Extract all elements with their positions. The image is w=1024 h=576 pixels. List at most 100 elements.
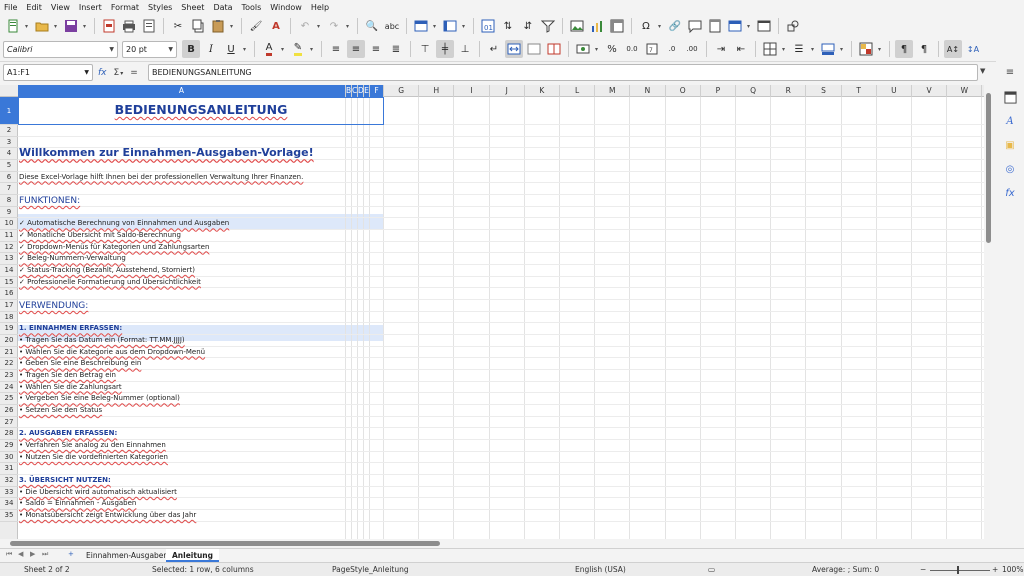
spelling-icon[interactable]: abc: [383, 17, 401, 35]
spreadsheet-grid[interactable]: ABCDEFGHIJKLMNOPQRSTUVW 1 2 3 4 5 6 7 8 9 10 11 12 1…: [0, 85, 984, 539]
gallery-icon[interactable]: ▣: [1001, 137, 1019, 153]
column-header[interactable]: N: [630, 85, 666, 97]
cell-text[interactable]: • Nutzen Sie die vordefinierten Kategori…: [19, 453, 168, 461]
number-format-date-icon[interactable]: 7: [643, 40, 661, 58]
open-dropdown-icon[interactable]: ▾: [52, 23, 59, 30]
row-header[interactable]: 34: [0, 498, 18, 511]
increase-indent-icon[interactable]: ⇥: [712, 40, 730, 58]
row-header[interactable]: 26: [0, 405, 18, 417]
menu-data[interactable]: Data: [213, 3, 232, 12]
properties-icon[interactable]: [1001, 89, 1019, 105]
vertical-scrollbar[interactable]: [984, 85, 994, 539]
row-header[interactable]: 3: [0, 137, 18, 149]
font-size-dropdown-icon[interactable]: ▼: [168, 46, 173, 53]
zoom-level[interactable]: 100%: [1002, 565, 1023, 574]
row-dropdown-icon[interactable]: ▾: [431, 23, 438, 30]
column-header[interactable]: W: [947, 85, 983, 97]
horizontal-scroll-thumb[interactable]: [10, 541, 440, 546]
horizontal-scrollbar[interactable]: [0, 539, 984, 548]
expand-formula-bar-icon[interactable]: ▼: [980, 67, 985, 75]
cell-text[interactable]: • Monatsübersicht zeigt Entwicklung über…: [19, 511, 196, 519]
borders-dropdown-icon[interactable]: ▾: [780, 46, 787, 53]
number-format-percent-icon[interactable]: %: [603, 40, 621, 58]
styles-icon[interactable]: A: [1001, 113, 1019, 129]
row-header[interactable]: 17: [0, 300, 18, 312]
cell-text[interactable]: ✓ Automatische Berechnung von Einnahmen …: [19, 219, 229, 227]
sort-descending-icon[interactable]: ⇵: [519, 17, 537, 35]
name-box-dropdown-icon[interactable]: ▼: [84, 69, 89, 76]
open-folder-icon[interactable]: [33, 17, 51, 35]
align-left-icon[interactable]: ≡: [327, 40, 345, 58]
sort-ascending-icon[interactable]: ⇅: [499, 17, 517, 35]
borders-icon[interactable]: [761, 40, 779, 58]
justify-icon[interactable]: ≣: [387, 40, 405, 58]
column-header[interactable]: Q: [736, 85, 772, 97]
column-header[interactable]: I: [454, 85, 490, 97]
special-character-dropdown-icon[interactable]: ▾: [656, 23, 663, 30]
cell-text[interactable]: • Geben Sie eine Beschreibung ein: [19, 359, 141, 367]
row-header[interactable]: 4: [0, 148, 18, 160]
text-vertical-rtl-icon[interactable]: ↕A: [964, 40, 982, 58]
text-direction-rtl-icon[interactable]: ¶: [915, 40, 933, 58]
cell-text[interactable]: • Wählen Sie die Zahlungsart: [19, 383, 122, 391]
row-header[interactable]: 10: [0, 218, 18, 231]
column-header[interactable]: T: [842, 85, 877, 97]
border-color-dropdown-icon[interactable]: ▾: [838, 46, 845, 53]
clone-formatting-icon[interactable]: 🖌: [247, 17, 265, 35]
align-middle-icon[interactable]: ╪: [436, 40, 454, 58]
row-header[interactable]: 33: [0, 487, 18, 499]
redo-icon[interactable]: ↷: [325, 17, 343, 35]
number-format-decimal-icon[interactable]: 0.0: [623, 40, 641, 58]
column-header[interactable]: H: [419, 85, 455, 97]
column-header[interactable]: V: [912, 85, 948, 97]
row-header[interactable]: 20: [0, 335, 18, 347]
column-header[interactable]: U: [877, 85, 912, 97]
zoom-in-icon[interactable]: +: [992, 565, 998, 574]
font-color-icon[interactable]: A: [260, 40, 278, 58]
column-header[interactable]: R: [771, 85, 807, 97]
row-header[interactable]: 29: [0, 440, 18, 452]
text-direction-ltr-icon[interactable]: ¶: [895, 40, 913, 58]
next-sheet-icon[interactable]: ▶: [30, 550, 35, 558]
row-header[interactable]: 13: [0, 253, 18, 266]
row-header[interactable]: 31: [0, 463, 18, 476]
formula-equals-icon[interactable]: =: [130, 68, 138, 78]
new-document-icon[interactable]: [4, 17, 22, 35]
show-draw-functions-icon[interactable]: [784, 17, 802, 35]
print-preview-icon[interactable]: [140, 17, 158, 35]
cell-text[interactable]: 1. EINNAHMEN ERFASSEN:: [19, 324, 122, 332]
freeze-panes-icon[interactable]: [755, 17, 773, 35]
tab-anleitung[interactable]: Anleitung: [166, 549, 220, 562]
add-decimal-place-icon[interactable]: .0: [663, 40, 681, 58]
insert-image-icon[interactable]: [568, 17, 586, 35]
cell-text[interactable]: VERWENDUNG:: [19, 301, 88, 311]
new-dropdown-icon[interactable]: ▾: [23, 23, 30, 30]
add-sheet-icon[interactable]: +: [68, 550, 74, 558]
row-icon[interactable]: [412, 17, 430, 35]
row-header[interactable]: 27: [0, 417, 18, 429]
row-header[interactable]: 32: [0, 475, 18, 487]
row-header[interactable]: 30: [0, 452, 18, 464]
conditional-format-dropdown-icon[interactable]: ▾: [876, 46, 883, 53]
row-header[interactable]: 25: [0, 393, 18, 406]
column-header[interactable]: G: [384, 85, 420, 97]
first-sheet-icon[interactable]: ⏮: [6, 550, 12, 559]
print-area-dropdown-icon[interactable]: ▾: [745, 23, 752, 30]
cell-text[interactable]: ✓ Monatliche Übersicht mit Saldo-Berechn…: [19, 231, 181, 239]
highlight-color-icon[interactable]: ✎: [289, 40, 307, 58]
wrap-text-icon[interactable]: ↵: [485, 40, 503, 58]
row-header[interactable]: 16: [0, 288, 18, 301]
pivot-table-icon[interactable]: [608, 17, 626, 35]
copy-icon[interactable]: [189, 17, 207, 35]
headers-footers-icon[interactable]: [706, 17, 724, 35]
column-icon[interactable]: [441, 17, 459, 35]
menu-styles[interactable]: Styles: [148, 3, 172, 12]
column-header[interactable]: M: [595, 85, 631, 97]
align-bottom-icon[interactable]: ⊥: [456, 40, 474, 58]
cell-area[interactable]: BEDIENUNGSANLEITUNG Willkommen zur Einnah…: [18, 97, 984, 539]
formula-input[interactable]: BEDIENUNGSANLEITUNG: [148, 64, 978, 81]
menu-view[interactable]: View: [51, 3, 70, 12]
insert-chart-icon[interactable]: [588, 17, 606, 35]
cell-text[interactable]: • Wählen Sie die Kategorie aus dem Dropd…: [19, 348, 205, 356]
italic-icon[interactable]: I: [202, 40, 220, 58]
